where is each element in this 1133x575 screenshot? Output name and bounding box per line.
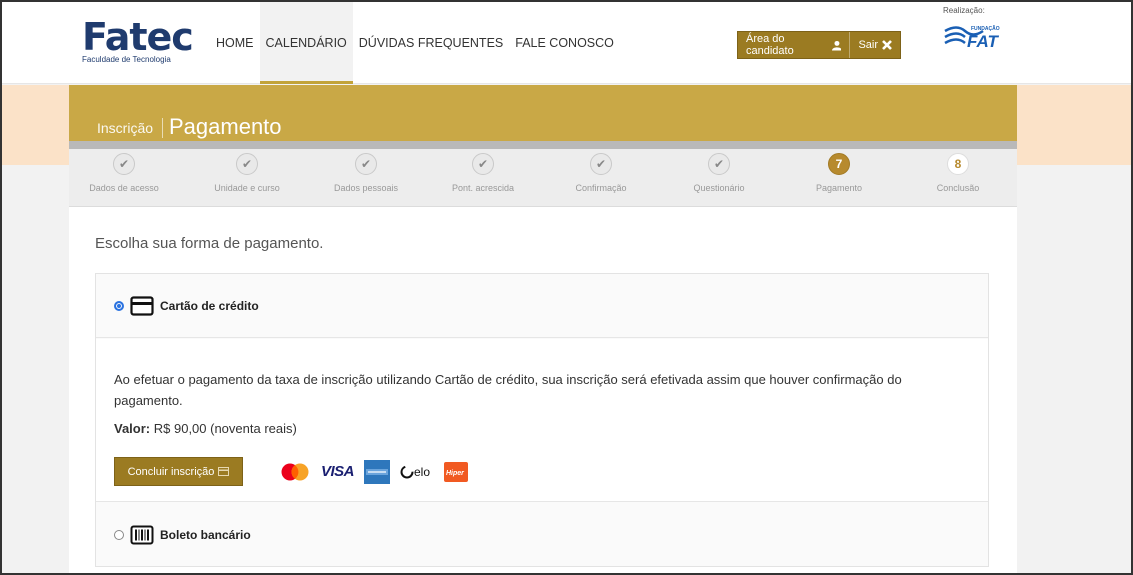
valor-line: Valor: R$ 90,00 (noventa reais) [114, 421, 970, 436]
step-label: Dados de acesso [89, 183, 159, 193]
logout-label: Sair [858, 39, 878, 51]
boleto-radio[interactable] [114, 530, 124, 540]
boleto-option[interactable]: Boleto bancário [96, 503, 988, 567]
payment-options: Cartão de crédito Ao efetuar o pagamento… [95, 273, 989, 567]
check-icon: ✔ [472, 153, 494, 175]
hiper-icon: Hiper [444, 461, 469, 482]
step-pont-acrescida: ✔ Pont. acrescida [428, 153, 538, 193]
credit-card-details: Ao efetuar o pagamento da taxa de inscri… [96, 339, 988, 502]
step-conclusao: 8 Conclusão [903, 153, 1013, 193]
main-container: Inscrição Pagamento ✔ Dados de acesso ✔ … [69, 85, 1017, 575]
nav-calendario[interactable]: CALENDÁRIO [259, 0, 353, 84]
step-dados-pessoais: ✔ Dados pessoais [311, 153, 421, 193]
logout-button[interactable]: Sair [850, 32, 900, 58]
check-icon: ✔ [708, 153, 730, 175]
step-questionario: ✔ Questionário [664, 153, 774, 193]
fat-logo[interactable]: FUNDAÇÃO FAT [943, 22, 1009, 50]
card-brands: VISA elo Hiper [279, 459, 469, 484]
card-small-icon [218, 467, 230, 476]
payment-action-row: Concluir inscrição VISA elo Hiper [114, 457, 469, 486]
check-icon: ✔ [236, 153, 258, 175]
close-icon [882, 40, 892, 50]
fatec-logo[interactable]: Fatec Faculdade de Tecnologia [82, 15, 194, 64]
mastercard-icon [281, 463, 309, 480]
step-label: Dados pessoais [333, 183, 399, 193]
fat-logo-text: FAT [967, 32, 999, 50]
credit-card-description: Ao efetuar o pagamento da taxa de inscri… [114, 372, 902, 408]
candidate-area-group: Área do candidato Sair [737, 31, 901, 59]
step-confirmacao: ✔ Confirmação [546, 153, 656, 193]
elo-text: elo [414, 465, 430, 479]
step-number: 8 [947, 153, 969, 175]
amex-icon [364, 459, 391, 484]
main-nav: HOME CALENDÁRIO DÚVIDAS FREQUENTES FALE … [210, 0, 620, 84]
site-header: Fatec Faculdade de Tecnologia HOME CALEN… [0, 0, 1133, 84]
choose-payment-heading: Escolha sua forma de pagamento. [95, 235, 324, 252]
check-icon: ✔ [590, 153, 612, 175]
step-unidade-curso: ✔ Unidade e curso [192, 153, 302, 193]
step-label: Conclusão [936, 183, 980, 193]
title-divider [162, 118, 163, 138]
concluir-inscricao-button[interactable]: Concluir inscrição [114, 457, 243, 486]
credit-card-label: Cartão de crédito [160, 298, 259, 313]
realizacao-label: Realização: [943, 6, 985, 15]
candidate-area-label: Área do candidato [746, 33, 794, 57]
valor-amount: R$ 90,00 (noventa reais) [153, 421, 297, 436]
nav-home[interactable]: HOME [210, 0, 260, 84]
fat-logo-small: FUNDAÇÃO [971, 25, 1000, 32]
credit-card-option[interactable]: Cartão de crédito [96, 274, 988, 338]
credit-card-icon [130, 295, 154, 316]
step-label: Questionário [693, 183, 745, 193]
step-number: 7 [828, 153, 850, 175]
barcode-icon [130, 525, 154, 545]
step-label: Pont. acrescida [451, 183, 515, 193]
nav-duvidas[interactable]: DÚVIDAS FREQUENTES [353, 0, 509, 84]
hiper-text: Hiper [446, 470, 465, 477]
credit-card-radio[interactable] [114, 300, 124, 311]
step-label: Confirmação [575, 183, 627, 193]
breadcrumb-inscricao: Inscrição [97, 120, 154, 136]
logo-word: Fatec [82, 15, 194, 59]
user-icon [831, 40, 842, 50]
step-label: Pagamento [815, 183, 863, 193]
check-icon: ✔ [113, 153, 135, 175]
step-pagamento: 7 Pagamento [784, 153, 894, 193]
step-label: Unidade e curso [214, 183, 280, 193]
step-dados-acesso: ✔ Dados de acesso [69, 153, 179, 193]
visa-logo: VISA [321, 463, 355, 480]
boleto-label: Boleto bancário [160, 528, 251, 542]
progress-steps: ✔ Dados de acesso ✔ Unidade e curso ✔ Da… [69, 149, 1017, 207]
valor-label: Valor: [114, 421, 151, 436]
title-bar: Inscrição Pagamento [69, 85, 1017, 149]
check-icon: ✔ [355, 153, 377, 175]
nav-fale-conosco[interactable]: FALE CONOSCO [509, 0, 620, 84]
candidate-area-button[interactable]: Área do candidato [738, 32, 851, 58]
page-title: Pagamento [169, 114, 282, 139]
concluir-inscricao-label: Concluir inscrição [127, 465, 215, 478]
elo-icon: elo [400, 465, 430, 479]
